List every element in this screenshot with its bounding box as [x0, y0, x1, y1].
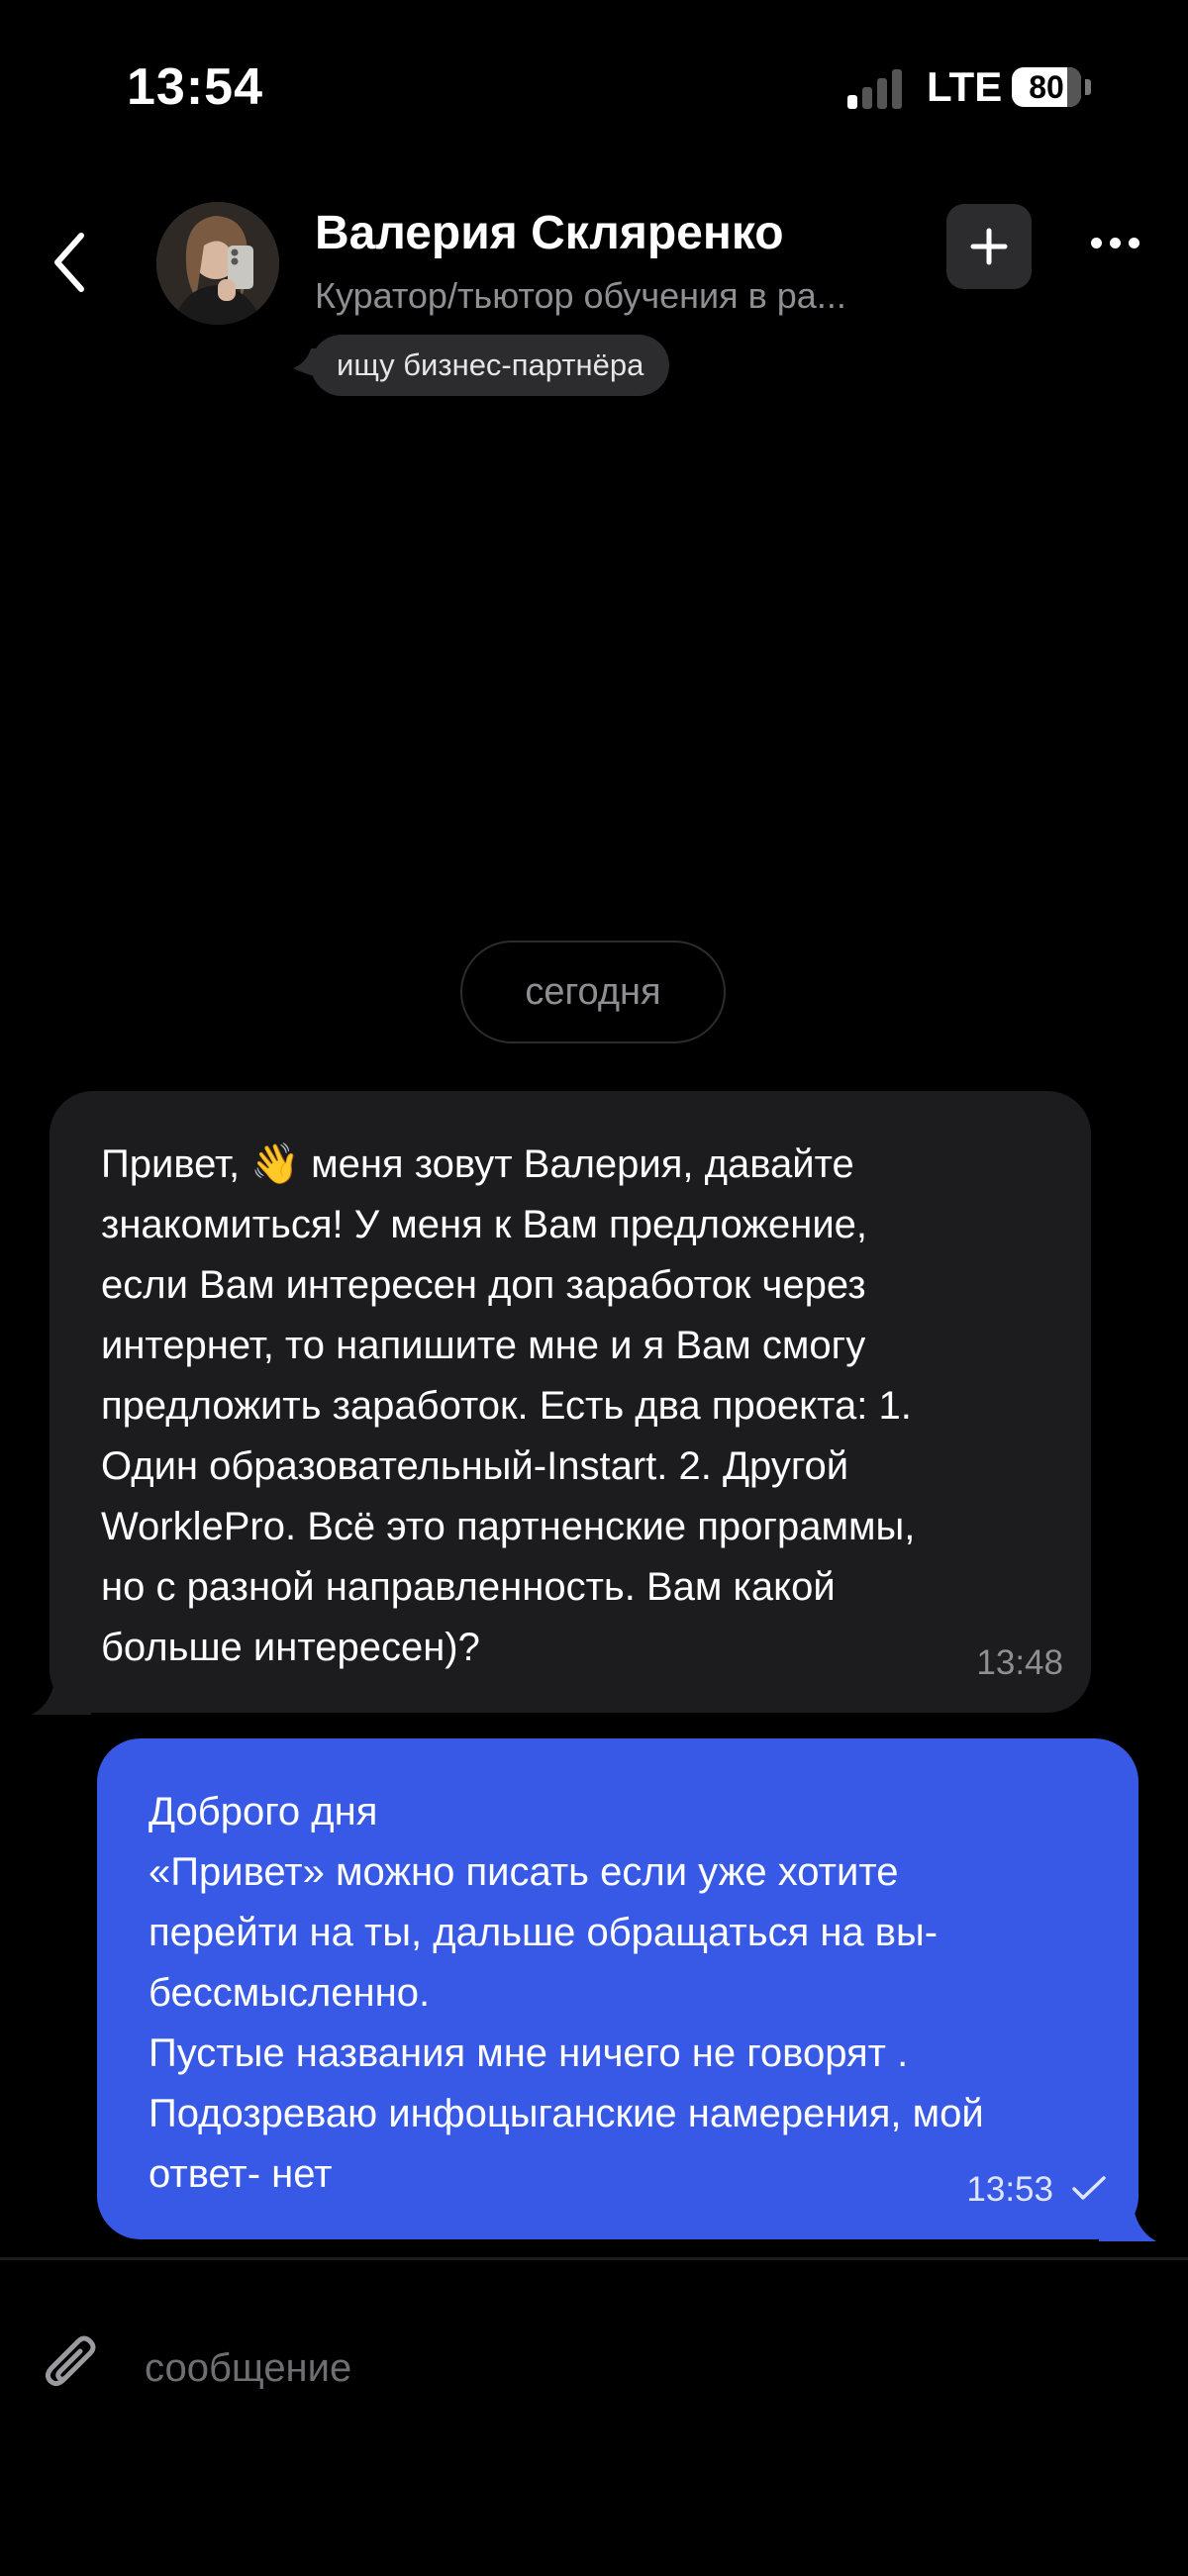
add-button[interactable] — [946, 204, 1032, 289]
signal-icon — [847, 67, 907, 109]
outgoing-message[interactable]: Доброго дня «Привет» можно писать если у… — [97, 1738, 1138, 2239]
avatar[interactable] — [156, 202, 279, 325]
avatar-photo — [156, 202, 279, 325]
incoming-message[interactable]: Привет, 👋 меня зовут Валерия, давайте зн… — [50, 1091, 1091, 1713]
date-separator: сегодня — [460, 941, 726, 1043]
paperclip-icon — [45, 2335, 96, 2387]
message-text: Доброго дня «Привет» можно писать если у… — [148, 1790, 984, 2196]
ellipsis-icon-dot — [1090, 237, 1102, 248]
ellipsis-icon-dot — [1128, 237, 1139, 248]
contact-subtitle[interactable]: Куратор/тьютор обучения в ра... — [315, 275, 909, 317]
message-time: 13:48 — [976, 1643, 1063, 1682]
status-time: 13:54 — [127, 58, 263, 116]
plus-icon — [970, 228, 1008, 265]
attach-button[interactable] — [38, 2328, 107, 2404]
more-options-button[interactable] — [1079, 218, 1150, 267]
status-tag[interactable]: ищу бизнес-партнёра — [311, 335, 670, 396]
battery-icon: 80 — [1012, 67, 1081, 107]
chevron-left-icon — [54, 233, 84, 292]
message-text: Привет, 👋 меня зовут Валерия, давайте зн… — [101, 1142, 916, 1669]
message-input[interactable] — [145, 2338, 1095, 2398]
battery-tip — [1085, 79, 1091, 95]
check-icon — [1072, 2176, 1106, 2200]
battery-level: 80 — [1029, 68, 1064, 105]
message-time: 13:53 — [966, 2170, 1053, 2209]
contact-name[interactable]: Валерия Скляренко — [315, 206, 784, 260]
ellipsis-icon-dot — [1109, 237, 1121, 248]
composer-divider — [0, 2257, 1188, 2260]
back-button[interactable] — [40, 223, 99, 302]
network-type: LTE — [927, 63, 1003, 110]
